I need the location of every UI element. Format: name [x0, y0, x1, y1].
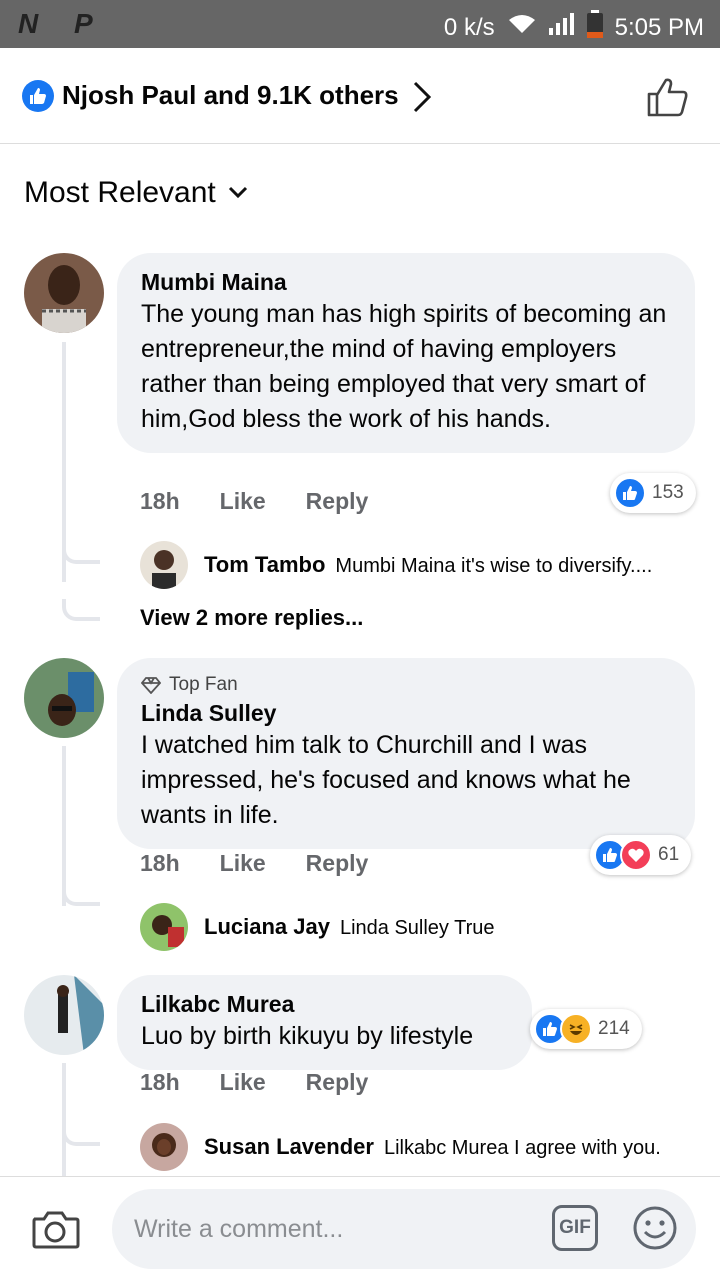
reply-preview[interactable]: Susan Lavender Lilkabc Murea I agree wit…	[204, 1134, 661, 1160]
emoji-button[interactable]	[632, 1205, 678, 1256]
reply-author[interactable]: Luciana Jay	[204, 914, 330, 940]
status-icons: 0 k/s 5:05 PM	[444, 10, 704, 45]
sort-dropdown[interactable]: Most Relevant	[24, 176, 248, 210]
comment-bubble[interactable]: Lilkabc Murea Luo by birth kikuyu by lif…	[117, 975, 532, 1070]
avatar[interactable]	[140, 1123, 188, 1171]
reply-text: Lilkabc Murea I agree with you.	[383, 1137, 661, 1159]
status-bar: N P 0 k/s 5:05 PM	[0, 0, 720, 48]
reply-connector	[62, 542, 100, 564]
reply-button[interactable]: Reply	[306, 1069, 369, 1096]
reply-connector	[62, 884, 100, 906]
comment-time: 18h	[140, 850, 180, 876]
reaction-count-pill[interactable]: 153	[610, 473, 696, 513]
comment-time: 18h	[140, 1069, 180, 1095]
comment-author[interactable]: Mumbi Maina	[141, 267, 671, 297]
reply-text: Linda Sulley True	[339, 917, 495, 939]
camera-button[interactable]	[30, 1207, 80, 1256]
like-reaction-icon	[614, 477, 646, 509]
comment-text: The young man has high spirits of becomi…	[141, 300, 667, 433]
avatar[interactable]	[24, 975, 104, 1055]
reply-author[interactable]: Susan Lavender	[204, 1134, 374, 1160]
reaction-count: 214	[598, 1018, 630, 1039]
comment-time: 18h	[140, 488, 180, 514]
avatar[interactable]	[140, 903, 188, 951]
notification-icons: N P	[18, 8, 107, 39]
wifi-icon	[507, 13, 537, 42]
reply-author[interactable]: Tom Tambo	[204, 552, 325, 578]
thread-line	[62, 746, 66, 906]
like-button[interactable]: Like	[220, 1069, 266, 1096]
clock: 5:05 PM	[614, 13, 704, 41]
like-button[interactable]: Like	[220, 488, 266, 515]
reaction-count: 61	[658, 844, 680, 865]
avatar[interactable]	[24, 253, 104, 333]
like-reaction-icon	[22, 80, 54, 112]
chevron-down-icon	[228, 186, 247, 199]
top-fan-badge: Top Fan	[141, 672, 671, 698]
haha-reaction-icon	[560, 1013, 592, 1045]
reaction-count: 153	[652, 482, 684, 503]
reply-preview[interactable]: Tom Tambo Mumbi Maina it's wise to diver…	[204, 552, 652, 578]
love-reaction-icon	[620, 839, 652, 871]
reaction-count-pill[interactable]: 214	[530, 1009, 642, 1049]
reactions-summary-bar[interactable]: Njosh Paul and 9.1K others	[0, 48, 720, 144]
comment-input[interactable]	[134, 1209, 514, 1249]
comment-bubble[interactable]: Top Fan Linda Sulley I watched him talk …	[117, 658, 695, 849]
comment-actions: 18h Like Reply	[140, 1069, 368, 1096]
signal-icon	[548, 13, 575, 42]
comment-bubble[interactable]: Mumbi Maina The young man has high spiri…	[117, 253, 695, 453]
camera-icon	[32, 1211, 80, 1249]
reply-connector	[62, 1124, 100, 1146]
comment-input-box[interactable]: GIF	[112, 1189, 696, 1269]
comment-author[interactable]: Linda Sulley	[141, 698, 671, 728]
comment-author[interactable]: Lilkabc Murea	[141, 989, 508, 1019]
comment-actions: 18h Like Reply	[140, 850, 368, 877]
comment-actions: 18h Like Reply	[140, 488, 368, 515]
sort-label: Most Relevant	[24, 176, 216, 209]
reply-preview[interactable]: Luciana Jay Linda Sulley True	[204, 914, 495, 940]
comment-text: I watched him talk to Churchill and I wa…	[141, 731, 631, 829]
comments-sheet: Njosh Paul and 9.1K others Most Relevant…	[0, 48, 720, 1280]
like-button[interactable]: Like	[220, 850, 266, 877]
avatar[interactable]	[140, 541, 188, 589]
avatar[interactable]	[24, 658, 104, 738]
comment-text: Luo by birth kikuyu by lifestyle	[141, 1022, 474, 1050]
like-post-button[interactable]	[646, 76, 690, 123]
net-speed: 0 k/s	[443, 13, 495, 41]
thread-line	[62, 1063, 66, 1183]
reply-text: Mumbi Maina it's wise to diversify....	[335, 555, 653, 577]
view-more-replies-link[interactable]: View 2 more replies...	[140, 605, 363, 631]
likes-summary-text[interactable]: Njosh Paul and 9.1K others	[62, 80, 399, 111]
comment-composer: GIF	[0, 1176, 720, 1280]
reaction-count-pill[interactable]: 61	[590, 835, 692, 875]
chevron-right-icon[interactable]	[410, 80, 434, 119]
battery-icon	[586, 10, 603, 45]
smiley-icon	[633, 1206, 677, 1250]
reply-button[interactable]: Reply	[306, 488, 369, 515]
badge-label: Top Fan	[169, 674, 238, 695]
reply-connector	[62, 599, 100, 621]
gif-button[interactable]: GIF	[552, 1205, 598, 1251]
reply-button[interactable]: Reply	[306, 850, 369, 877]
diamond-icon	[141, 677, 161, 694]
